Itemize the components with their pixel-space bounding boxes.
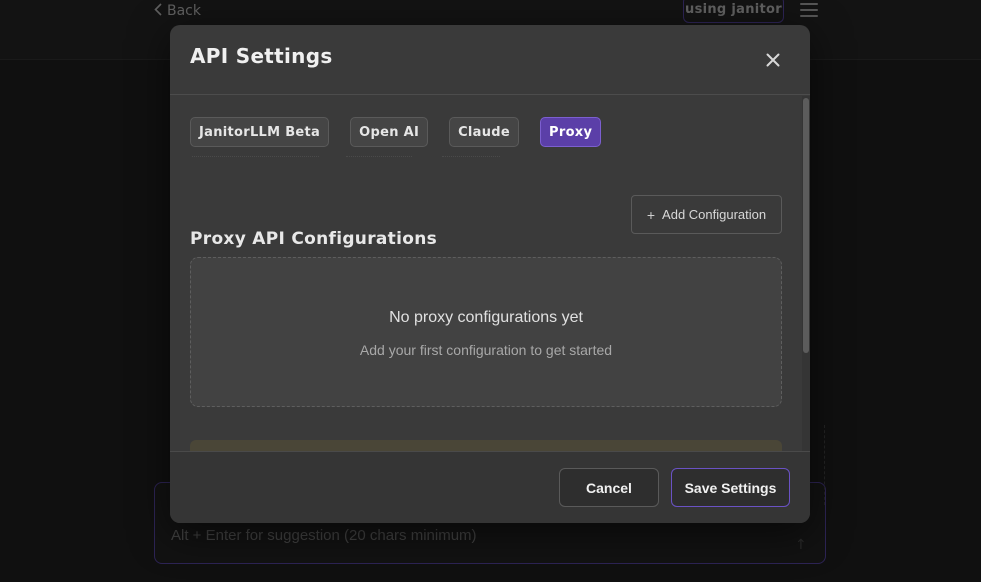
notice-banner: [190, 440, 782, 451]
modal-title: API Settings: [190, 44, 333, 68]
save-settings-button[interactable]: Save Settings: [671, 468, 790, 507]
tab-proxy[interactable]: Proxy: [540, 117, 602, 147]
empty-state: No proxy configurations yet Add your fir…: [190, 257, 782, 407]
modal-header: API Settings: [170, 25, 810, 95]
modal-footer: Cancel Save Settings: [170, 451, 810, 523]
add-configuration-label: Add Configuration: [662, 207, 767, 222]
api-settings-modal: API Settings JanitorLLM Beta Open AI Cla…: [170, 25, 810, 523]
scrollbar-thumb[interactable]: [803, 98, 809, 353]
empty-state-subtitle: Add your first configuration to get star…: [359, 342, 613, 358]
tab-openai[interactable]: Open AI: [350, 117, 429, 147]
tab-claude[interactable]: Claude: [449, 117, 520, 147]
plus-icon: +: [646, 206, 656, 223]
close-icon[interactable]: [765, 52, 781, 68]
modal-body: JanitorLLM Beta Open AI Claude Proxy + A…: [170, 96, 810, 451]
modal-scrollbar[interactable]: [802, 96, 810, 451]
tab-caption-janitorllm: [192, 149, 319, 157]
provider-tabs: JanitorLLM Beta Open AI Claude Proxy: [190, 117, 622, 147]
section-title: Proxy API Configurations: [190, 229, 438, 249]
cancel-button[interactable]: Cancel: [559, 468, 659, 507]
tab-caption-claude: [442, 149, 500, 157]
tab-caption-openai: [346, 149, 412, 157]
empty-state-title: No proxy configurations yet: [389, 309, 583, 326]
add-configuration-button[interactable]: + Add Configuration: [631, 195, 782, 234]
tab-janitorllm[interactable]: JanitorLLM Beta: [190, 117, 330, 147]
